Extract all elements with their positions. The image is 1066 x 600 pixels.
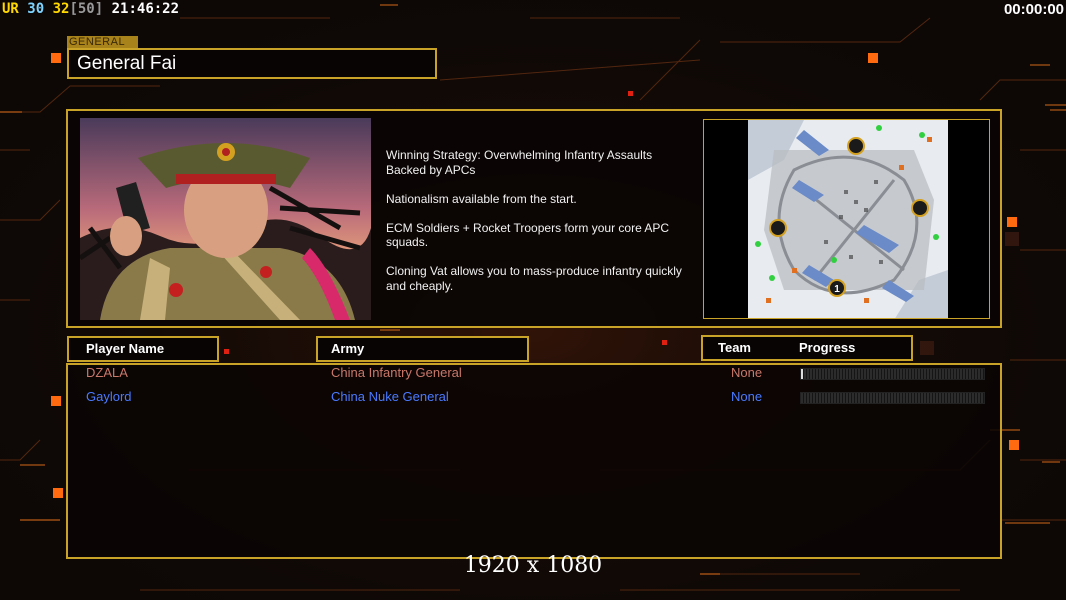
player-name: DZALA [86,365,128,380]
general-portrait [80,118,371,320]
general-title: General Fai [67,48,437,79]
progress-bar [800,368,985,380]
resolution-label: 1920 x 1080 [463,553,603,578]
player-name: Gaylord [86,389,132,404]
strategy-line: ECM Soldiers + Rocket Troopers form your… [386,220,670,250]
map-preview[interactable]: 1 [703,119,990,319]
game-timer: 00:00:00 [1003,1,1064,18]
column-header-player[interactable]: Player Name [67,336,219,362]
player-team: None [731,365,763,380]
progress-fill [801,369,803,379]
hud-fps-avg: 32 [52,1,70,17]
table-row[interactable]: DZALA China Infantry General None [0,365,1066,383]
column-header-army[interactable]: Army [316,336,529,362]
progress-bar [800,392,985,404]
player-team: None [731,389,763,404]
hud-fps-current: 30 [27,1,45,17]
fps-counter: UR 30 32[50] 21:46:22 [2,1,179,17]
hud-fps-cap: [50] [69,1,104,17]
column-header-progress: Progress [799,340,856,355]
hud-prefix: UR [2,1,19,17]
strategy-line: Winning Strategy: Overwhelming Infantry … [386,148,653,177]
column-header-team-progress[interactable]: Team Progress [701,335,913,361]
column-header-team: Team [718,340,751,355]
strategy-line: Cloning Vat allows you to mass-produce i… [386,264,682,293]
strategy-description: Winning Strategy: Overwhelming Infantry … [386,148,706,308]
table-row[interactable]: Gaylord China Nuke General None [0,389,1066,407]
player-army: China Infantry General [331,365,462,380]
player-army: China Nuke General [331,389,449,404]
map-start-marker: 1 [834,284,840,295]
hud-clock: 21:46:22 [111,1,180,17]
strategy-line: Nationalism available from the start. [386,191,577,206]
